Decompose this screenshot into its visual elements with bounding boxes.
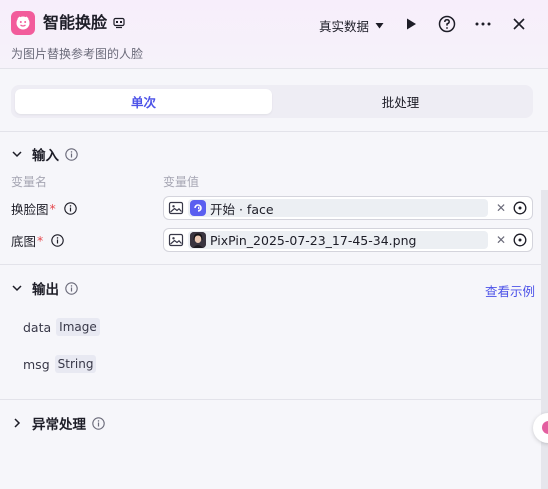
chevron-down-icon bbox=[12, 151, 22, 158]
param-label: 换脸图 bbox=[11, 201, 49, 217]
uploaded-file-name: PixPin_2025-07-23_17-45-34.png bbox=[210, 232, 417, 248]
input-section-header[interactable]: 输入 bbox=[11, 144, 78, 164]
required-mark: * bbox=[37, 232, 44, 248]
variable-reference-text: 开始 · face bbox=[210, 201, 274, 217]
node-title[interactable]: 智能换脸 bbox=[43, 12, 107, 34]
info-icon[interactable] bbox=[65, 281, 78, 295]
info-icon[interactable] bbox=[64, 201, 77, 215]
start-node-icon bbox=[190, 200, 206, 216]
uploaded-image-tag: PixPin_2025-07-23_17-45-34.png bbox=[188, 231, 488, 249]
output-field-type: String bbox=[54, 355, 97, 373]
tabs-divider bbox=[0, 131, 548, 132]
assistant-icon bbox=[542, 421, 548, 434]
input-section-title: 输入 bbox=[32, 148, 59, 164]
param-base-image: 底图 * bbox=[11, 231, 65, 249]
face-node-icon bbox=[11, 11, 35, 35]
column-variable-name: 变量名 bbox=[11, 175, 48, 189]
image-type-icon bbox=[168, 201, 184, 215]
column-variable-value: 变量值 bbox=[163, 175, 200, 189]
data-mode-select[interactable]: 真实数据 bbox=[319, 16, 384, 34]
image-type-icon bbox=[168, 233, 184, 247]
param-face-image: 换脸图 * bbox=[11, 199, 77, 217]
output-field: data Image bbox=[23, 317, 100, 337]
target-icon[interactable] bbox=[513, 233, 527, 247]
info-icon[interactable] bbox=[92, 416, 105, 430]
node-description: 为图片替换参考图的人脸 bbox=[11, 47, 144, 61]
play-icon[interactable] bbox=[401, 14, 421, 34]
output-field-type: Image bbox=[56, 318, 100, 336]
output-field-name: data bbox=[23, 319, 52, 335]
output-divider bbox=[0, 399, 548, 400]
output-section-header[interactable]: 输出 bbox=[11, 278, 78, 298]
output-field: msg String bbox=[23, 354, 97, 374]
clear-icon[interactable]: ✕ bbox=[494, 201, 508, 215]
data-mode-label: 真实数据 bbox=[319, 18, 370, 34]
param-label: 底图 bbox=[11, 233, 37, 249]
more-icon[interactable] bbox=[473, 14, 493, 34]
input-divider bbox=[0, 264, 548, 265]
node-header: 智能换脸 为图片替换参考图的人脸 真实数据 bbox=[0, 0, 548, 68]
chevron-down-icon bbox=[12, 285, 22, 292]
mode-tabs: 单次 批处理 bbox=[11, 85, 533, 118]
output-field-name: msg bbox=[23, 356, 50, 372]
base-image-value-field[interactable]: PixPin_2025-07-23_17-45-34.png ✕ bbox=[163, 228, 533, 252]
target-icon[interactable] bbox=[513, 201, 527, 215]
chevron-right-icon bbox=[14, 418, 21, 428]
variable-reference-tag: 开始 · face bbox=[188, 199, 488, 217]
close-icon[interactable] bbox=[509, 14, 529, 34]
output-section-title: 输出 bbox=[32, 282, 59, 298]
header-divider bbox=[0, 68, 548, 69]
tab-batch[interactable]: 批处理 bbox=[272, 89, 529, 114]
view-example-link[interactable]: 查看示例 bbox=[485, 281, 535, 300]
badge-icon bbox=[113, 17, 125, 29]
caret-down-icon bbox=[375, 22, 384, 28]
tab-single[interactable]: 单次 bbox=[15, 89, 272, 114]
exception-section-header[interactable]: 异常处理 bbox=[11, 413, 105, 433]
help-icon[interactable] bbox=[437, 14, 457, 34]
info-icon[interactable] bbox=[65, 147, 78, 161]
info-icon[interactable] bbox=[51, 233, 65, 247]
floating-assistant-button[interactable] bbox=[533, 413, 548, 443]
exception-section-title: 异常处理 bbox=[32, 417, 86, 433]
clear-icon[interactable]: ✕ bbox=[494, 233, 508, 247]
required-mark: * bbox=[49, 200, 56, 216]
vertical-scrollbar[interactable] bbox=[541, 190, 548, 489]
face-image-value-field[interactable]: 开始 · face ✕ bbox=[163, 196, 533, 220]
image-thumbnail bbox=[190, 232, 206, 248]
